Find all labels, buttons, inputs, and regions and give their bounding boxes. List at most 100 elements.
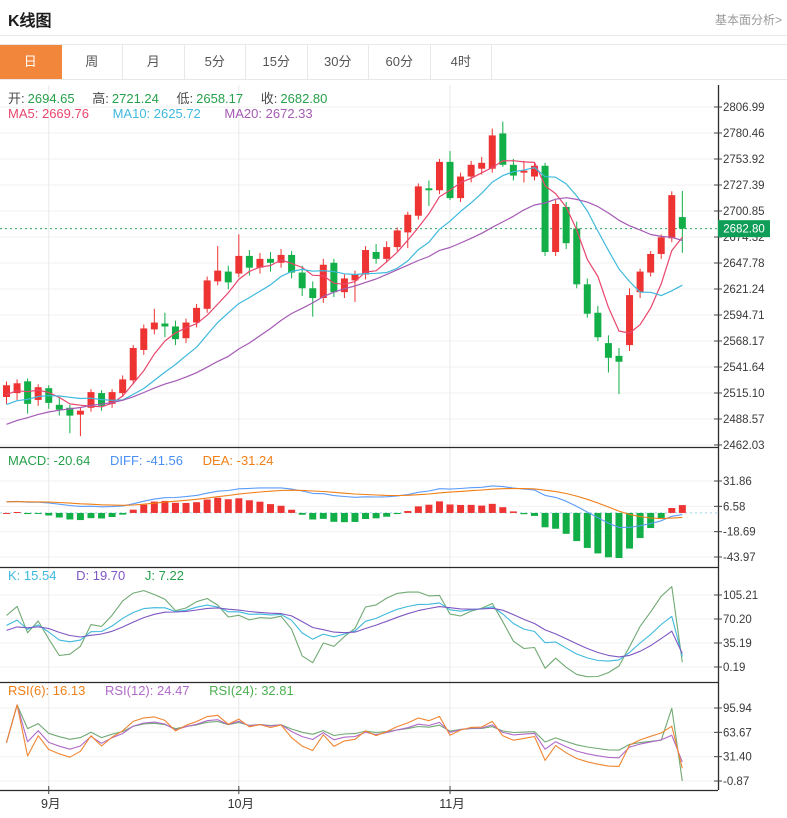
- candle-body: [478, 162, 486, 169]
- period-tab-7[interactable]: 4时: [430, 45, 492, 79]
- candle-body: [119, 379, 127, 394]
- kdj-lines: [6, 586, 683, 678]
- candle-body: [245, 255, 253, 268]
- candle-body: [425, 188, 433, 191]
- ohlc-close: 收: 2682.80: [260, 91, 328, 106]
- candle-body: [372, 251, 380, 259]
- svg-text:70.20: 70.20: [723, 614, 752, 626]
- period-tab-4[interactable]: 15分: [246, 45, 308, 79]
- rsi12-value: RSI(12): 24.47: [104, 683, 190, 698]
- d-value: D: 19.70: [76, 568, 126, 583]
- candle-body: [541, 165, 549, 252]
- svg-text:105.21: 105.21: [723, 590, 758, 602]
- rsi6-value: RSI(6): 16.13: [8, 683, 86, 698]
- kdj-legend: K: 15.54 D: 19.70 J: 7.22: [8, 568, 184, 583]
- ohlc-legend: 开: 2694.65 高: 2721.24 低: 2658.17 收: 2682.80: [8, 88, 341, 107]
- svg-text:2594.71: 2594.71: [723, 310, 765, 322]
- candle-body: [309, 288, 317, 299]
- candle-body: [150, 322, 158, 330]
- svg-text:2682.80: 2682.80: [723, 224, 765, 236]
- ma5-legend: MA5: 2669.76: [8, 106, 89, 121]
- period-tab-1[interactable]: 周: [61, 45, 123, 79]
- svg-text:-43.97: -43.97: [723, 552, 756, 564]
- svg-text:31.40: 31.40: [723, 752, 752, 764]
- candle-body: [604, 343, 612, 358]
- kline-page: 2806.99 2780.46 2753.92 2727.39 2700.85 2674.…: [0, 0, 787, 818]
- candle-body: [626, 295, 634, 346]
- period-tab-6[interactable]: 60分: [369, 45, 431, 79]
- ma10-legend: MA10: 2625.72: [112, 106, 201, 121]
- period-tab-0[interactable]: 日: [0, 45, 62, 79]
- svg-text:2753.92: 2753.92: [723, 154, 765, 166]
- candle-body: [161, 323, 169, 327]
- fundamental-analysis-link[interactable]: 基本面分析>: [715, 11, 782, 28]
- ma-legend: MA5: 2669.76 MA10: 2625.72 MA20: 2672.33: [8, 106, 313, 121]
- macd-legend: MACD: -20.64 DIFF: -41.56 DEA: -31.24: [8, 453, 273, 468]
- macd-value: MACD: -20.64: [8, 453, 91, 468]
- candle-body: [383, 247, 391, 259]
- svg-text:31.86: 31.86: [723, 476, 752, 488]
- svg-text:2488.57: 2488.57: [723, 414, 765, 426]
- candle-body: [182, 322, 190, 339]
- diff-value: DIFF: -41.56: [110, 453, 184, 468]
- candle-body: [319, 264, 327, 299]
- ohlc-open: 开: 2694.65: [8, 91, 75, 106]
- svg-text:35.19: 35.19: [723, 638, 752, 650]
- period-tab-3[interactable]: 5分: [184, 45, 246, 79]
- dea-value: DEA: -31.24: [202, 453, 274, 468]
- candle-body: [457, 176, 465, 199]
- svg-text:2462.03: 2462.03: [723, 440, 765, 452]
- ohlc-high: 高: 2721.24: [92, 91, 159, 106]
- svg-text:63.67: 63.67: [723, 727, 752, 739]
- k-value: K: 15.54: [8, 568, 57, 583]
- svg-text:0.19: 0.19: [723, 662, 745, 674]
- ohlc-low: 低: 2658.17: [176, 91, 244, 106]
- candle-body: [235, 255, 243, 274]
- candle-body: [24, 381, 32, 404]
- candle-body: [298, 272, 306, 289]
- candle-body: [615, 355, 623, 362]
- candle-body: [488, 135, 496, 169]
- rsi-legend: RSI(6): 16.13 RSI(12): 24.47 RSI(24): 32…: [8, 683, 294, 698]
- candle-body: [362, 250, 370, 275]
- candle-body: [583, 284, 591, 314]
- svg-text:2727.39: 2727.39: [723, 180, 765, 192]
- period-tabs: 日周月 5分 15分 30分 60分 4时: [0, 44, 787, 80]
- ma20-legend: MA20: 2672.33: [224, 106, 313, 121]
- candle-body: [647, 253, 655, 273]
- candles: [3, 121, 686, 437]
- header: K线图 基本面分析>: [0, 0, 787, 36]
- candle-body: [140, 328, 148, 350]
- svg-text:2806.99: 2806.99: [723, 102, 765, 114]
- candle-body: [224, 271, 232, 283]
- candle-body: [34, 387, 42, 400]
- svg-text:95.94: 95.94: [723, 703, 752, 715]
- rsi-lines: [5, 704, 683, 782]
- candle-body: [393, 230, 401, 248]
- period-tab-2[interactable]: 月: [123, 45, 185, 79]
- candle-body: [552, 203, 560, 252]
- candle-body: [129, 348, 137, 381]
- candle-body: [55, 404, 63, 410]
- candle-body: [193, 307, 201, 323]
- candle-body: [467, 164, 475, 177]
- candle-body: [499, 133, 507, 165]
- svg-text:2621.24: 2621.24: [723, 284, 765, 296]
- candle-body: [267, 258, 274, 263]
- svg-text:11月: 11月: [439, 797, 464, 811]
- svg-text:2541.64: 2541.64: [723, 362, 765, 374]
- svg-text:2700.85: 2700.85: [723, 206, 765, 218]
- candle-body: [446, 161, 454, 199]
- candle-body: [435, 161, 443, 191]
- svg-text:2515.10: 2515.10: [723, 388, 765, 400]
- period-tab-5[interactable]: 30分: [307, 45, 369, 79]
- candle-body: [657, 237, 665, 254]
- svg-text:2647.78: 2647.78: [723, 258, 765, 270]
- page-title: K线图: [8, 13, 52, 30]
- current-price-tag: 2682.80: [718, 220, 770, 238]
- candle-body: [3, 385, 10, 397]
- candle-body: [509, 164, 517, 176]
- svg-text:9月: 9月: [41, 797, 60, 811]
- candle-body: [214, 270, 222, 282]
- candle-body: [594, 312, 602, 338]
